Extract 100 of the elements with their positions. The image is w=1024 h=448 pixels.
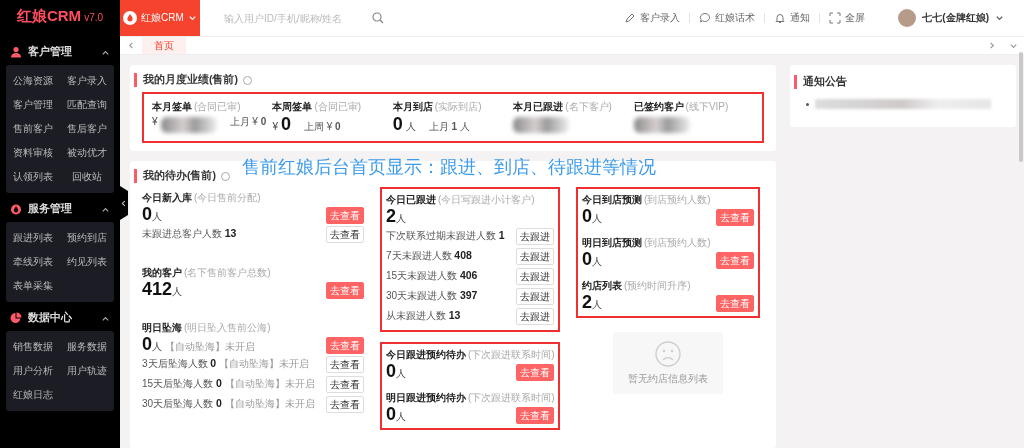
menu-item[interactable]: 被动优才	[60, 141, 114, 165]
menu-item[interactable]: 匹配查询	[60, 93, 114, 117]
block-title: 约店列表 (预约时间升序)	[582, 279, 692, 292]
action-button[interactable]: 去查看	[326, 395, 364, 413]
comparison-text: 上周 ¥ 0	[303, 120, 341, 134]
count-value: 0	[142, 205, 152, 223]
action-button[interactable]: 去跟进	[516, 307, 554, 325]
menu-group-header[interactable]: 客户管理	[0, 39, 120, 65]
menu-item[interactable]: 公海资源	[6, 69, 60, 93]
menu-item[interactable]: 红娘日志	[6, 383, 60, 407]
action-button[interactable]: 去跟进	[516, 227, 554, 245]
metric-label: 已签约客户 (线下VIP)	[633, 100, 730, 113]
status-note: 【自动坠海】未开启	[165, 340, 255, 354]
card-title: 通知公告	[794, 75, 1004, 89]
action-button[interactable]: 去跟进	[516, 287, 554, 305]
unit-label: 人	[396, 213, 406, 226]
action-button[interactable]: 去查看	[326, 225, 364, 243]
menu-item[interactable]: 用户分析	[6, 359, 60, 383]
comparison-text: 上月 1 人	[428, 120, 470, 134]
menu-item[interactable]: 用户轨迹	[60, 359, 114, 383]
block-title: 明日跟进预约待办 (下次跟进联系时间)	[386, 391, 554, 404]
menu-item[interactable]: 回收站	[60, 165, 114, 189]
menu-group-header[interactable]: 服务管理	[0, 196, 120, 222]
menu-item[interactable]: 认领列表	[6, 165, 60, 189]
bell-icon	[774, 12, 787, 24]
count-value: 0	[582, 250, 592, 268]
currency-sign: ¥	[152, 116, 158, 127]
action-button[interactable]: 去查看	[326, 355, 364, 373]
unit-label: 人	[592, 299, 602, 312]
stat-text: 7天未跟进人数 408	[386, 249, 472, 263]
menu-item[interactable]: 约见列表	[60, 250, 114, 274]
menu-item[interactable]: 客户管理	[6, 93, 60, 117]
toolbar-button[interactable]: 通知	[765, 13, 821, 23]
block-title: 明日到店预测 (到店预约人数)	[582, 236, 712, 249]
sad-face-icon	[655, 340, 681, 367]
app-menu-button[interactable]: 红娘CRM	[120, 0, 200, 36]
metric-value: 0	[280, 115, 291, 133]
status-note: 【自动坠海】未开启	[219, 357, 310, 371]
stat-text: 30天后坠海人数 0	[142, 397, 222, 411]
count-value: 0	[386, 405, 396, 423]
card-title: 我的月度业绩(售前)	[134, 73, 764, 87]
menu-item[interactable]: 跟进列表	[6, 226, 60, 250]
count-value: 0	[142, 335, 152, 353]
unit-label: 人	[152, 341, 162, 354]
menu-item[interactable]: 售后客户	[60, 117, 114, 141]
unit-label: 人	[592, 256, 602, 269]
metric-label: 本月签单 (合同已审)	[152, 100, 242, 113]
pen-icon	[624, 12, 637, 24]
caret-icon	[995, 13, 1004, 23]
empty-text: 暂无约店信息列表	[628, 371, 708, 386]
metric-label: 本月已跟进 (名下客户)	[513, 100, 613, 113]
menu-group-header[interactable]: 数据中心	[0, 305, 120, 331]
block-title: 今日新入库 (今日售前分配)	[142, 191, 262, 204]
metric-value: 0	[392, 115, 403, 133]
block-title: 我的客户 (名下售前客户总数)	[142, 266, 272, 279]
toolbar-button[interactable]: 红娘话术	[690, 13, 766, 23]
stat-text: 下次联系过期未跟进人数 1	[386, 229, 505, 243]
search-icon[interactable]	[372, 12, 384, 24]
stat-text: 15天后坠海人数 0	[142, 377, 222, 391]
action-button[interactable]: 去跟进	[516, 247, 554, 265]
user-menu[interactable]: 七七(金牌红娘)	[892, 8, 1010, 28]
menu-item[interactable]: 资料审核	[6, 141, 60, 165]
caret-icon	[187, 13, 197, 23]
toolbar-button[interactable]: 全屏	[820, 13, 875, 23]
stat-text: 30天未跟进人数 397	[386, 289, 478, 303]
stat-text: 15天未跟进人数 406	[386, 269, 478, 283]
unit-label: 人	[172, 286, 183, 299]
unit-label: 人	[396, 411, 406, 424]
person-icon	[10, 46, 22, 58]
menu-item[interactable]: 销售数据	[6, 335, 60, 359]
menu-item[interactable]: 客户录入	[60, 69, 114, 93]
annotation-text: 售前红娘后台首页显示：跟进、到店、待跟进等情况	[242, 155, 656, 179]
bullet-icon	[806, 102, 809, 106]
unit-label: 人	[592, 213, 602, 226]
stat-text: 未跟进总客户人数 13	[142, 227, 237, 241]
toolbar-button[interactable]: 客户录入	[615, 13, 691, 23]
block-title: 今日跟进预约待办 (下次跟进联系时间)	[386, 348, 554, 361]
action-button[interactable]: 去跟进	[516, 267, 554, 285]
status-note: 【自动坠海】未开启	[224, 377, 315, 391]
block-title: 今日到店预测 (到店预约人数)	[582, 193, 712, 206]
chat-icon	[699, 12, 712, 24]
version-label: v7.0	[84, 12, 104, 23]
menu-item[interactable]: 预约到店	[60, 226, 114, 250]
status-note: 【自动坠海】未开启	[224, 397, 315, 411]
metric-label: 本周签单 (合同已审)	[272, 100, 363, 113]
menu-item[interactable]: 表单采集	[6, 274, 60, 298]
menu-item[interactable]: 售前客户	[6, 117, 60, 141]
fullscreen-icon	[829, 12, 842, 24]
count-value: 0	[386, 362, 396, 380]
avatar-icon	[898, 9, 917, 27]
action-button[interactable]: 去查看	[326, 375, 364, 393]
menu-item[interactable]: 服务数据	[60, 335, 114, 359]
count-value: 2	[386, 207, 396, 225]
currency-sign: ¥	[272, 121, 278, 132]
collapse-handle[interactable]	[120, 186, 128, 220]
stat-text: 从未跟进人数 13	[386, 309, 461, 323]
count-value: 2	[582, 293, 592, 311]
brand-logo: 红娘CRM	[16, 7, 82, 26]
chevron-down-icon	[1008, 41, 1018, 50]
menu-item[interactable]: 牵线列表	[6, 250, 60, 274]
